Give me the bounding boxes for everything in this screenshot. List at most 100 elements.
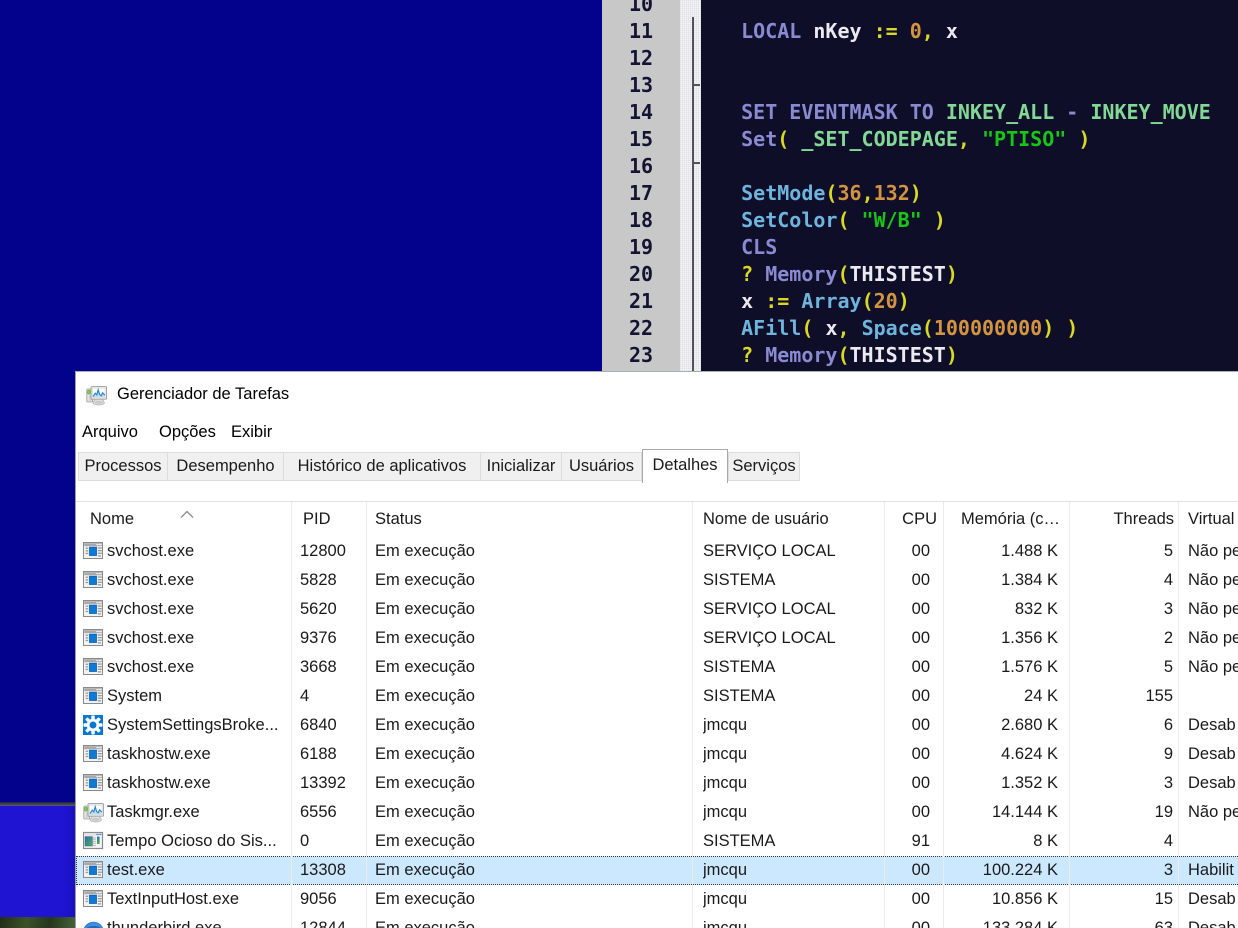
process-row-systemsettingsbroke[interactable]: SystemSettingsBroke...6840Em execuçãojmc… — [76, 711, 1238, 740]
column-header-virtual[interactable]: Virtual — [1188, 502, 1238, 537]
column-separator[interactable] — [1069, 502, 1070, 928]
line-number: 12 — [602, 45, 680, 72]
cell: Não pe — [1188, 653, 1238, 682]
cell: 832 K — [944, 595, 1058, 624]
console-window-blue[interactable] — [0, 806, 76, 917]
cell: Em execução — [375, 740, 675, 769]
process-row-svchostexe[interactable]: svchost.exe9376Em execuçãoSERVIÇO LOCAL0… — [76, 624, 1238, 653]
cell: 5620 — [300, 595, 360, 624]
cell: SERVIÇO LOCAL — [703, 537, 873, 566]
app-window-icon — [83, 599, 104, 620]
process-row-taskmgrexe[interactable]: Taskmgr.exe6556Em execuçãojmcqu0014.144 … — [76, 798, 1238, 827]
column-header-nomedeusuario[interactable]: Nome de usuário — [703, 502, 873, 537]
column-header-memoriac[interactable]: Memória (c… — [944, 502, 1060, 537]
tab-servicos[interactable]: Serviços — [728, 452, 800, 481]
process-name: svchost.exe — [107, 537, 194, 566]
process-row-taskhostwexe[interactable]: taskhostw.exe13392Em execuçãojmcqu001.35… — [76, 769, 1238, 798]
menu-arquivo[interactable]: Arquivo — [82, 423, 138, 442]
code-line: Set( _SET_CODEPAGE, "PTISO" ) — [705, 126, 1211, 153]
cell: Desab — [1188, 914, 1238, 928]
process-row-testexe[interactable]: test.exe13308Em execuçãojmcqu00100.224 K… — [76, 856, 1238, 885]
line-number: 20 — [602, 261, 680, 288]
process-row-thunderbirdexe[interactable]: thunderbird.exe12844Em execuçãojmcqu0013… — [76, 914, 1238, 928]
sort-ascending-icon — [179, 505, 195, 514]
cell: 3 — [1070, 769, 1173, 798]
process-row-taskhostwexe[interactable]: taskhostw.exe6188Em execuçãojmcqu004.624… — [76, 740, 1238, 769]
fold-end-tick — [694, 84, 700, 86]
desktop-wallpaper — [0, 917, 76, 928]
cell: 1.384 K — [944, 566, 1058, 595]
tab-desempenho[interactable]: Desempenho — [168, 452, 284, 481]
column-separator[interactable] — [291, 502, 292, 928]
cell: SISTEMA — [703, 827, 873, 856]
tab-inicializar[interactable]: Inicializar — [481, 452, 562, 481]
column-separator[interactable] — [1178, 502, 1179, 928]
cell: 0 — [300, 827, 360, 856]
process-row-svchostexe[interactable]: svchost.exe5620Em execuçãoSERVIÇO LOCAL0… — [76, 595, 1238, 624]
cell: 1.352 K — [944, 769, 1058, 798]
code-editor[interactable]: 1011121314151617181920212223 LOCAL nKey … — [602, 0, 1238, 373]
fold-end-tick — [694, 162, 700, 164]
cell-name: Taskmgr.exe — [76, 798, 291, 827]
window-title: Gerenciador de Tarefas — [117, 385, 289, 404]
menu-bar: Arquivo Opções Exibir — [76, 418, 1238, 448]
code-line: SET EVENTMASK TO INKEY_ALL - INKEY_MOVE — [705, 99, 1211, 126]
code-text[interactable]: LOCAL nKey := 0, x SET EVENTMASK TO INKE… — [705, 0, 1211, 369]
code-line: SetMode(36,132) — [705, 180, 1211, 207]
process-row-svchostexe[interactable]: svchost.exe5828Em execuçãoSISTEMA001.384… — [76, 566, 1238, 595]
process-row-svchostexe[interactable]: svchost.exe3668Em execuçãoSISTEMA001.576… — [76, 653, 1238, 682]
tab-usuarios[interactable]: Usuários — [562, 452, 642, 481]
code-line: ? Memory(THISTEST) — [705, 342, 1211, 369]
process-name: svchost.exe — [107, 566, 194, 595]
process-row-svchostexe[interactable]: svchost.exe12800Em execuçãoSERVIÇO LOCAL… — [76, 537, 1238, 566]
cell: jmcqu — [703, 798, 873, 827]
process-row-system[interactable]: System4Em execuçãoSISTEMA0024 K155 — [76, 682, 1238, 711]
tab-historicodeaplicativos[interactable]: Histórico de aplicativos — [284, 452, 481, 481]
editor-fold-margin[interactable] — [680, 0, 701, 371]
menu-exibir[interactable]: Exibir — [231, 423, 272, 442]
title-bar[interactable]: Gerenciador de Tarefas — [76, 372, 1238, 418]
line-number: 17 — [602, 180, 680, 207]
cell: jmcqu — [703, 856, 873, 885]
cell: 1.356 K — [944, 624, 1058, 653]
cell: 9 — [1070, 740, 1173, 769]
cell-name: Tempo Ocioso do Sis... — [76, 827, 291, 856]
cell: SERVIÇO LOCAL — [703, 624, 873, 653]
line-number: 23 — [602, 342, 680, 369]
cell: Em execução — [375, 682, 675, 711]
column-header-threads[interactable]: Threads — [1070, 502, 1174, 537]
cell-name: svchost.exe — [76, 624, 291, 653]
tab-processos[interactable]: Processos — [78, 452, 168, 481]
cell: Em execução — [375, 856, 675, 885]
cell: 4 — [1070, 566, 1173, 595]
cell-name: taskhostw.exe — [76, 740, 291, 769]
menu-opcoes[interactable]: Opções — [159, 423, 216, 442]
process-name: svchost.exe — [107, 595, 194, 624]
process-row-textinputhostexe[interactable]: TextInputHost.exe9056Em execuçãojmcqu001… — [76, 885, 1238, 914]
column-separator[interactable] — [366, 502, 367, 928]
cell: jmcqu — [703, 914, 873, 928]
cell: Em execução — [375, 653, 675, 682]
process-name: taskhostw.exe — [107, 769, 211, 798]
cell-name: taskhostw.exe — [76, 769, 291, 798]
column-separator[interactable] — [884, 502, 885, 928]
cell: jmcqu — [703, 711, 873, 740]
column-header-cpu[interactable]: CPU — [884, 502, 937, 537]
cell: 5 — [1070, 653, 1173, 682]
process-row-tempoociosodosis[interactable]: Tempo Ocioso do Sis...0Em execuçãoSISTEM… — [76, 827, 1238, 856]
process-name: taskhostw.exe — [107, 740, 211, 769]
column-separator[interactable] — [943, 502, 944, 928]
cell: Desab — [1188, 885, 1238, 914]
tab-detalhes[interactable]: Detalhes — [642, 449, 728, 483]
column-header-status[interactable]: Status — [375, 502, 675, 537]
cell: 1.488 K — [944, 537, 1058, 566]
cell: Desab — [1188, 769, 1238, 798]
cell-name: thunderbird.exe — [76, 914, 291, 928]
task-manager-icon — [86, 385, 107, 406]
cell — [1188, 827, 1238, 856]
taskmgr-icon — [83, 802, 104, 823]
column-header-pid[interactable]: PID — [303, 502, 358, 537]
cell: 3 — [1070, 595, 1173, 624]
code-line: LOCAL nKey := 0, x — [705, 18, 1211, 45]
column-separator[interactable] — [692, 502, 693, 928]
